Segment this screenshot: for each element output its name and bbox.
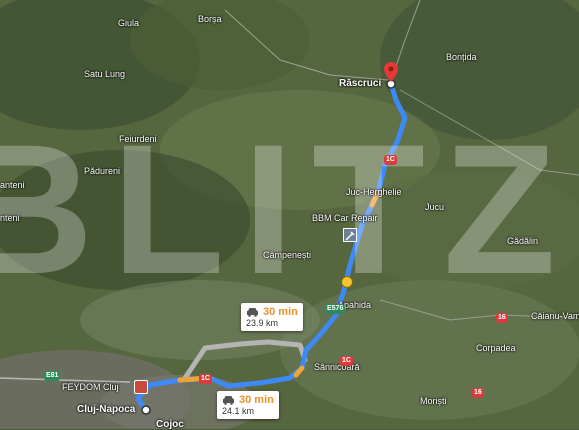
route-time: 30 min [263,306,298,318]
route-info-main[interactable]: 30 min 24.1 km [217,391,279,419]
origin-label: Cluj-Napoca [77,404,136,415]
place-label: nteni [0,213,20,223]
place-label: Pădureni [84,166,121,176]
warning-icon[interactable] [341,276,353,288]
destination-pin-icon[interactable] [384,62,398,82]
place-label: Juc-Herghelie [346,187,402,197]
destination-label: Răscruci [339,78,382,89]
place-label: Câmpenești [263,250,312,260]
place-label: Jucu [425,202,445,212]
place-label: Satu Lung [84,69,126,79]
place-label: Cojoc [156,419,184,430]
place-label: Bonțida [446,52,477,62]
car-icon[interactable] [134,380,148,394]
route-distance: 23.9 km [246,318,279,328]
satellite-map[interactable] [0,0,579,429]
road-badge: 16 [472,388,484,398]
car-icon [223,396,234,405]
place-label: Căianu-Vam [531,311,579,321]
route-distance: 24.1 km [222,406,255,416]
car-repair-icon[interactable] [343,228,357,242]
place-label: Corpadea [476,343,516,353]
poi-label: FEYDOM Cluj [62,382,119,392]
road-badge: E576 [325,304,346,314]
car-icon [247,308,258,317]
place-label: anteni [0,180,25,190]
place-label: Moriști [420,396,447,406]
road-badge: 1C [340,356,353,366]
road-badge: 1C [199,374,212,384]
route-info-alt[interactable]: 30 min 23.9 km [241,303,303,331]
place-label: Giula [118,18,140,28]
poi-label: BBM Car Repair [312,213,378,223]
road-badge: 16 [496,313,508,323]
place-label: Borșa [198,14,222,24]
road-badge: 1C [384,155,397,165]
place-label: Gădălin [507,236,539,246]
road-badge: E81 [44,371,61,381]
place-label: Feiurdeni [119,134,157,144]
route-time: 30 min [239,394,274,406]
